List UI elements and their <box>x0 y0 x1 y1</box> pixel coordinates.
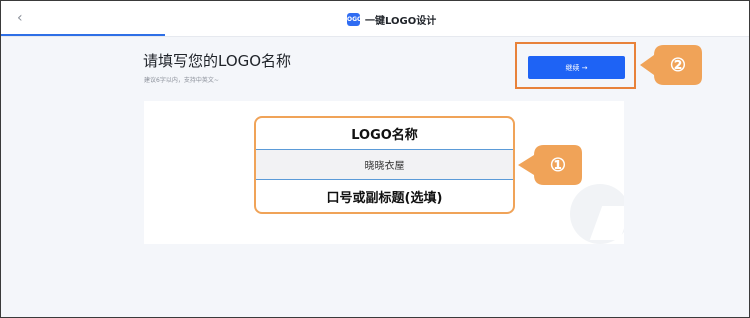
page-title: 请填写您的LOGO名称 <box>143 52 292 70</box>
page-hint: 建议6字以内，支持中英文~ <box>144 77 219 84</box>
top-bar: ‹ lOGO 一键LOGO设计 <box>1 1 749 37</box>
progress-bar <box>1 34 165 36</box>
slogan-input[interactable]: 口号或副标题(选填) <box>256 180 513 212</box>
badge-number: ① <box>549 154 567 176</box>
back-button[interactable]: ‹ <box>17 10 23 26</box>
app-title: 一键LOGO设计 <box>365 15 437 27</box>
badge-number: ② <box>669 54 687 76</box>
continue-button[interactable]: 继续 → <box>528 56 625 79</box>
logo-name-label: LOGO名称 <box>351 128 418 143</box>
logo-name-input[interactable]: 晓晓衣屋 <box>256 149 513 180</box>
logo-form: LOGO名称 晓晓衣屋 口号或副标题(选填) <box>254 116 515 214</box>
brand: lOGO 一键LOGO设计 <box>345 10 437 28</box>
annotation-badge-2: ② <box>638 43 704 87</box>
logo-icon: lOGO <box>345 12 362 26</box>
annotation-badge-1: ① <box>516 143 584 187</box>
